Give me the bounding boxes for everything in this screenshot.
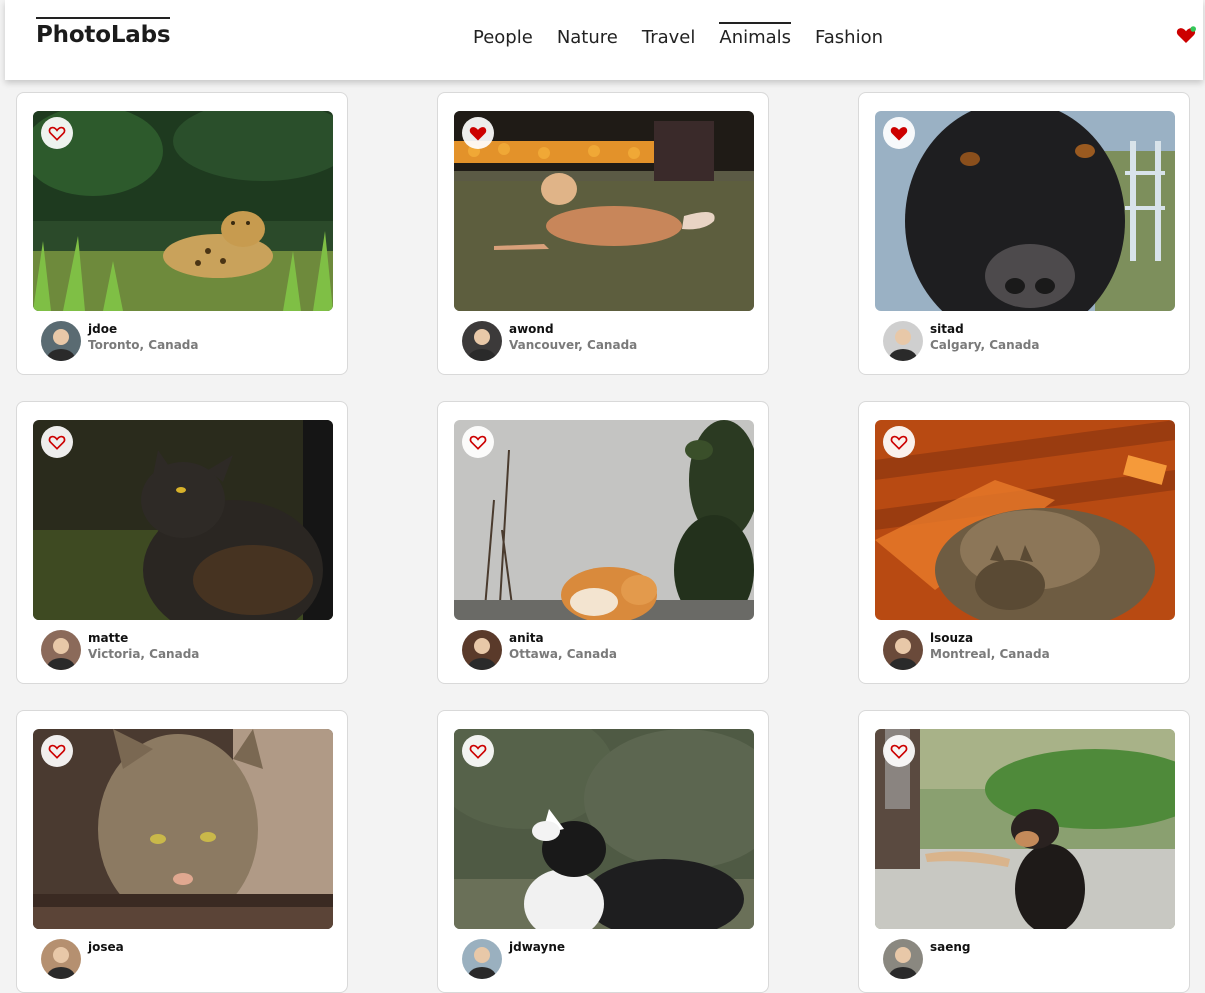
favourite-button[interactable] <box>883 735 915 767</box>
photographer-location: Montreal, Canada <box>930 647 1050 661</box>
heart-outline-icon <box>47 432 67 452</box>
photo-card[interactable]: anita Ottawa, Canada <box>437 401 769 684</box>
heart-outline-icon <box>47 741 67 761</box>
avatar <box>462 939 502 979</box>
heart-outline-icon <box>47 123 67 143</box>
photographer-username: lsouza <box>930 631 974 645</box>
topic-animals[interactable]: Animals <box>719 22 792 48</box>
favourites-badge-icon[interactable] <box>1175 24 1197 46</box>
avatar <box>883 939 923 979</box>
photo-card[interactable]: matte Victoria, Canada <box>16 401 348 684</box>
favourite-button[interactable] <box>462 117 494 149</box>
topic-fashion[interactable]: Fashion <box>815 22 883 48</box>
topic-people[interactable]: People <box>473 22 533 48</box>
heart-filled-icon <box>468 123 488 143</box>
favourite-button[interactable] <box>883 117 915 149</box>
photographer-username: awond <box>509 322 554 336</box>
photographer-username: jdoe <box>88 322 118 336</box>
heart-outline-icon <box>889 741 909 761</box>
photo-image[interactable] <box>875 729 1175 929</box>
photographer-username: josea <box>88 940 124 954</box>
photographer-location: Victoria, Canada <box>88 647 200 661</box>
photographer-username: saeng <box>930 940 971 954</box>
photo-card[interactable]: awond Vancouver, Canada <box>437 92 769 375</box>
photographer-username: sitad <box>930 322 964 336</box>
photographer-username: matte <box>88 631 129 645</box>
photographer-location: Calgary, Canada <box>930 338 1040 352</box>
photo-card[interactable]: lsouza Montreal, Canada <box>858 401 1190 684</box>
avatar <box>41 321 81 361</box>
photo-card[interactable]: josea <box>16 710 348 993</box>
app-logo[interactable]: PhotoLabs <box>36 17 171 48</box>
photographer-username: jdwayne <box>509 940 566 954</box>
avatar <box>462 630 502 670</box>
avatar <box>41 939 81 979</box>
photo-card[interactable]: saeng <box>858 710 1190 993</box>
heart-filled-icon <box>889 123 909 143</box>
photo-card[interactable]: jdoe Toronto, Canada <box>16 92 348 375</box>
photo-image[interactable] <box>875 420 1175 620</box>
favourite-button[interactable] <box>41 426 73 458</box>
photo-card[interactable]: jdwayne <box>437 710 769 993</box>
photographer-location: Vancouver, Canada <box>509 338 638 352</box>
photographer-username: anita <box>509 631 544 645</box>
heart-outline-icon <box>468 741 488 761</box>
avatar <box>883 321 923 361</box>
avatar <box>462 321 502 361</box>
top-navigation-bar: PhotoLabs People Nature Travel Animals F… <box>5 0 1203 80</box>
photo-image[interactable] <box>454 420 754 620</box>
photo-image[interactable] <box>33 420 333 620</box>
photo-image[interactable] <box>33 111 333 311</box>
favourite-button[interactable] <box>41 117 73 149</box>
heart-outline-icon <box>468 432 488 452</box>
topic-list: People Nature Travel Animals Fashion <box>473 22 907 48</box>
photographer-location: Ottawa, Canada <box>509 647 617 661</box>
heart-outline-icon <box>889 432 909 452</box>
avatar <box>883 630 923 670</box>
favourite-button[interactable] <box>41 735 73 767</box>
favourite-button[interactable] <box>883 426 915 458</box>
topic-travel[interactable]: Travel <box>642 22 696 48</box>
avatar <box>41 630 81 670</box>
photo-image[interactable] <box>454 729 754 929</box>
photo-image[interactable] <box>33 729 333 929</box>
photo-image[interactable] <box>875 111 1175 311</box>
photo-card[interactable]: sitad Calgary, Canada <box>858 92 1190 375</box>
favourite-button[interactable] <box>462 426 494 458</box>
photo-image[interactable] <box>454 111 754 311</box>
favourite-button[interactable] <box>462 735 494 767</box>
topic-nature[interactable]: Nature <box>557 22 618 48</box>
photographer-location: Toronto, Canada <box>88 338 199 352</box>
